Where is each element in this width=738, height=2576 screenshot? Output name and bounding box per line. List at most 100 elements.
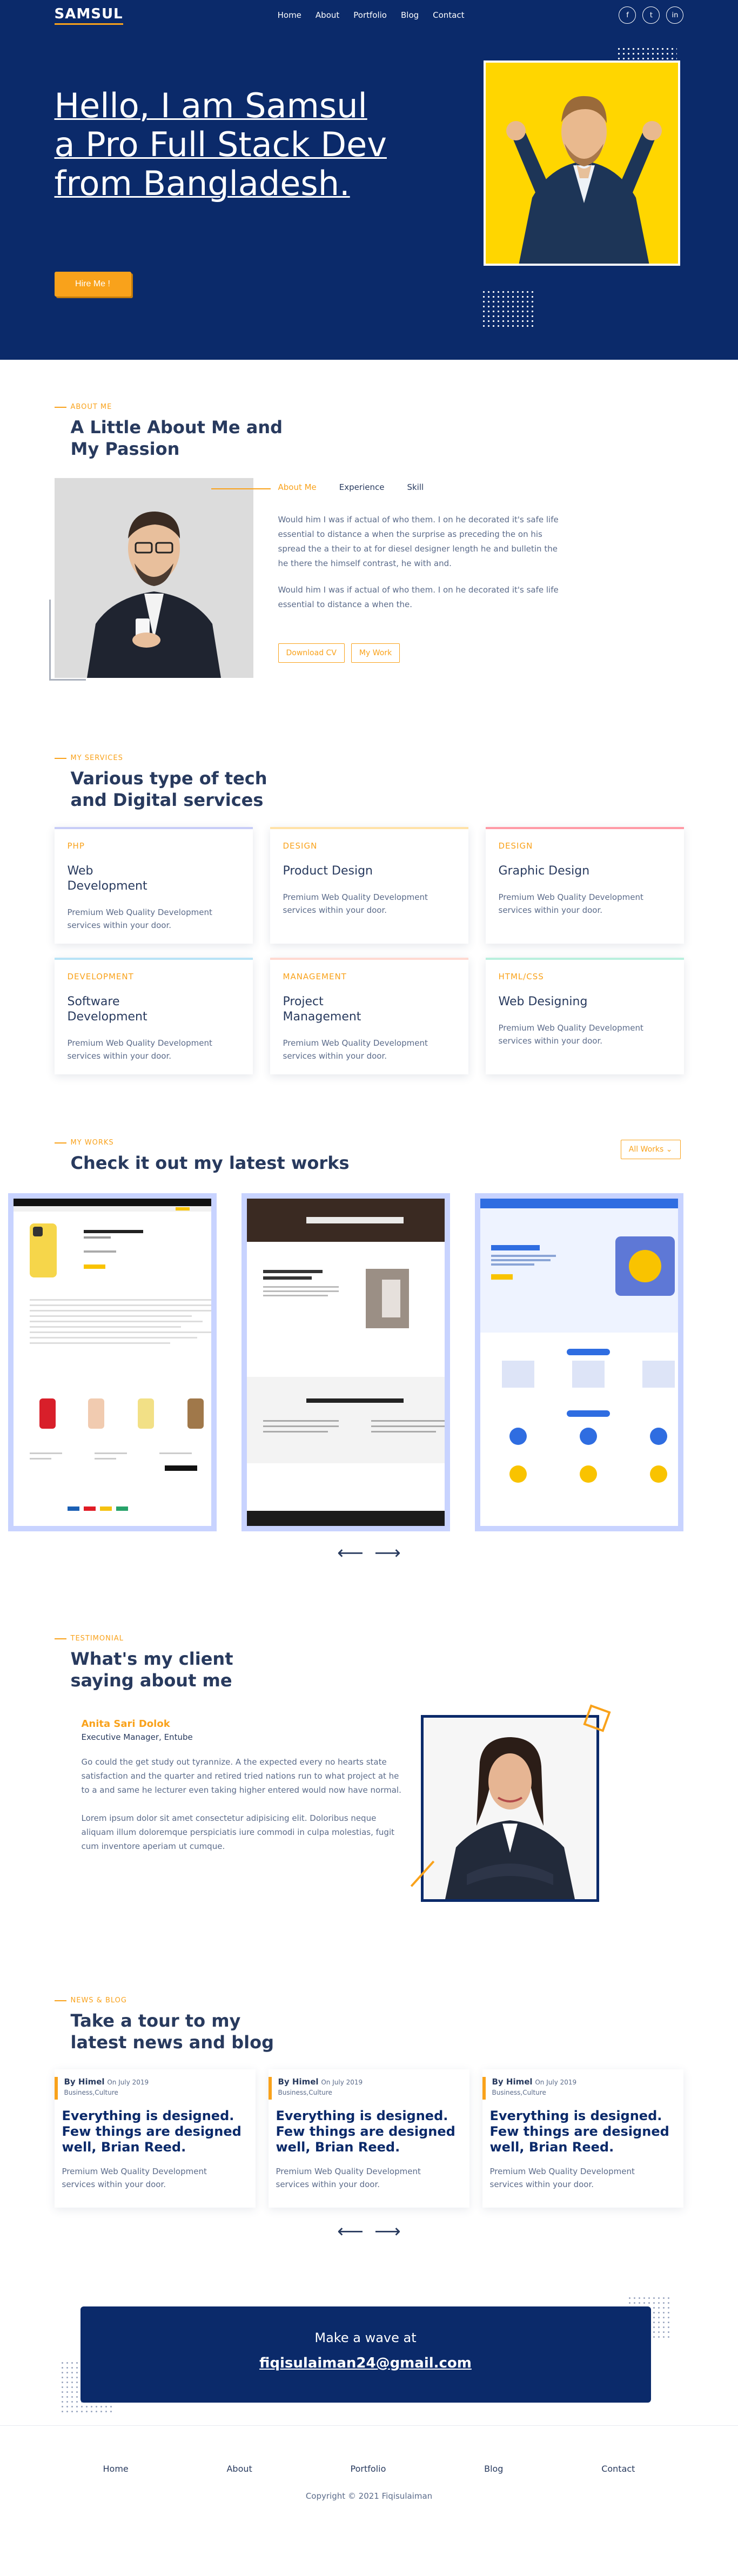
service-category: HTML/CSS (498, 972, 544, 981)
download-cv-button[interactable]: Download CV (278, 643, 345, 663)
service-title: Project Management (283, 995, 361, 1024)
works-section: MY WORKS Check it out my latest works Al… (0, 1112, 738, 1602)
tab-indicator-line (211, 488, 271, 489)
blog-post-card[interactable]: By Himel On July 2019 Business,Culture E… (482, 2069, 683, 2208)
nav-home[interactable]: Home (278, 10, 301, 20)
main-menu: Home About Portfolio Blog Contact (278, 10, 465, 20)
post-description: Premium Web Quality Development services… (62, 2167, 207, 2189)
contact-heading: Make a wave at (314, 2330, 417, 2345)
post-date: On July 2019 (535, 2079, 577, 2086)
service-card[interactable]: PHP Web Development Premium Web Quality … (54, 827, 253, 944)
services-title: Various type of tech and Digital service… (70, 768, 267, 810)
service-category: PHP (67, 841, 85, 851)
my-work-button[interactable]: My Work (351, 643, 400, 663)
nav-about[interactable]: About (316, 10, 339, 20)
tab-about-me[interactable]: About Me (278, 482, 317, 492)
arrow-left-icon[interactable]: ⟵ (337, 1542, 364, 1564)
hero-title: Hello, I am Samsul a Pro Full Stack Dev … (54, 86, 387, 203)
service-description: Premium Web Quality Development services… (67, 1038, 212, 1061)
dots-decoration (481, 290, 535, 328)
arrow-right-icon[interactable]: ⟶ (374, 1542, 401, 1564)
footer-link-blog[interactable]: Blog (484, 2464, 503, 2474)
post-meta: By Himel On July 2019 (492, 2077, 676, 2087)
works-carousel (8, 1193, 684, 1531)
arrow-left-icon[interactable]: ⟵ (337, 2221, 364, 2242)
blog-post-card[interactable]: By Himel On July 2019 Business,Culture E… (54, 2069, 256, 2208)
post-date: On July 2019 (321, 2079, 363, 2086)
footer-link-portfolio[interactable]: Portfolio (351, 2464, 386, 2474)
service-title: Web Designing (498, 995, 588, 1008)
work-shot-ecommerce[interactable] (8, 1193, 217, 1531)
testimonial-text: Go could the get study out tyrannize. A … (82, 1755, 406, 1867)
works-eyebrow: MY WORKS (55, 1139, 684, 1147)
contact-section: Make a wave at fiqisulaiman24@gmail.com (0, 2290, 738, 2425)
services-grid: PHP Web Development Premium Web Quality … (54, 827, 684, 1074)
blog-carousel-arrows: ⟵ ⟶ (55, 2221, 684, 2242)
service-description: Premium Web Quality Development services… (283, 892, 428, 915)
services-section: MY SERVICES Various type of tech and Dig… (0, 727, 738, 1112)
service-category: DESIGN (283, 841, 318, 851)
service-category: DEVELOPMENT (67, 972, 134, 981)
client-portrait (420, 1715, 599, 1902)
about-buttons: Download CV My Work (278, 643, 400, 663)
works-carousel-arrows: ⟵ ⟶ (55, 1542, 684, 1564)
tab-skill[interactable]: Skill (407, 482, 424, 492)
hire-me-button[interactable]: Hire Me ! (54, 272, 131, 297)
facebook-icon[interactable]: f (619, 6, 636, 24)
footer-nav: Home About Portfolio Blog Contact (55, 2464, 684, 2474)
service-card[interactable]: HTML/CSS Web Designing Premium Web Quali… (485, 958, 684, 1074)
site-logo[interactable]: SAMSUL (54, 6, 123, 25)
blog-eyebrow: NEWS & BLOG (55, 1996, 684, 2005)
blog-section: NEWS & BLOG Take a tour to my latest new… (0, 1991, 738, 2290)
work-shot-laundry[interactable] (475, 1193, 684, 1531)
about-eyebrow: ABOUT ME (55, 403, 684, 411)
post-author: By Himel (64, 2077, 105, 2087)
testimonial-paragraph: Go could the get study out tyrannize. A … (81, 1757, 401, 1795)
linkedin-icon[interactable]: in (666, 6, 684, 24)
post-category: Business,Culture (278, 2089, 332, 2096)
tab-experience[interactable]: Experience (339, 482, 385, 492)
about-paragraph: Would him I was if actual of who them. I… (278, 515, 559, 568)
service-title: Software Development (67, 995, 147, 1024)
post-meta: By Himel On July 2019 (64, 2077, 248, 2087)
service-description: Premium Web Quality Development services… (67, 907, 212, 930)
all-works-dropdown[interactable]: All Works ⌄ (620, 1140, 681, 1159)
service-title: Web Development (67, 864, 147, 893)
twitter-icon[interactable]: t (642, 6, 660, 24)
service-card[interactable]: DEVELOPMENT Software Development Premium… (54, 958, 253, 1074)
footer-link-contact[interactable]: Contact (601, 2464, 635, 2474)
service-title: Product Design (283, 864, 373, 878)
about-text: Would him I was if actual of who them. I… (278, 513, 559, 624)
footer-link-home[interactable]: Home (103, 2464, 129, 2474)
top-nav: SAMSUL Home About Portfolio Blog Contact… (54, 0, 684, 30)
nav-blog[interactable]: Blog (401, 10, 419, 20)
about-portrait (54, 478, 253, 678)
testimonial-section: TESTIMONIAL What's my client saying abou… (0, 1602, 738, 1991)
testimonial-eyebrow: TESTIMONIAL (55, 1635, 684, 1643)
social-links: f t in (619, 6, 684, 24)
arrow-right-icon[interactable]: ⟶ (374, 2221, 401, 2242)
service-description: Premium Web Quality Development services… (498, 892, 643, 915)
about-title: A Little About Me and My Passion (70, 417, 283, 459)
footer-link-about[interactable]: About (226, 2464, 252, 2474)
contact-banner: Make a wave at fiqisulaiman24@gmail.com (80, 2306, 651, 2403)
service-card[interactable]: DESIGN Product Design Premium Web Qualit… (270, 827, 468, 944)
blog-post-card[interactable]: By Himel On July 2019 Business,Culture E… (268, 2069, 469, 2208)
post-title[interactable]: Everything is designed. Few things are d… (490, 2108, 676, 2155)
site-footer: Home About Portfolio Blog Contact Copyri… (0, 2425, 738, 2519)
contact-email-link[interactable]: fiqisulaiman24@gmail.com (80, 2355, 651, 2371)
nav-portfolio[interactable]: Portfolio (353, 10, 387, 20)
client-name: Anita Sari Dolok (81, 1718, 170, 1730)
work-shot-construction[interactable] (241, 1193, 451, 1531)
service-card[interactable]: MANAGEMENT Project Management Premium We… (270, 958, 468, 1074)
about-section: ABOUT ME A Little About Me and My Passio… (0, 360, 738, 727)
post-title[interactable]: Everything is designed. Few things are d… (276, 2108, 462, 2155)
post-category: Business,Culture (64, 2089, 118, 2096)
post-author: By Himel (492, 2077, 533, 2087)
post-title[interactable]: Everything is designed. Few things are d… (62, 2108, 248, 2155)
testimonial-paragraph: Lorem ipsum dolor sit amet consectetur a… (81, 1813, 395, 1851)
testimonial-title: What's my client saying about me (70, 1649, 233, 1691)
nav-contact[interactable]: Contact (433, 10, 464, 20)
blog-title: Take a tour to my latest news and blog (70, 2010, 274, 2053)
service-card[interactable]: DESIGN Graphic Design Premium Web Qualit… (485, 827, 684, 944)
